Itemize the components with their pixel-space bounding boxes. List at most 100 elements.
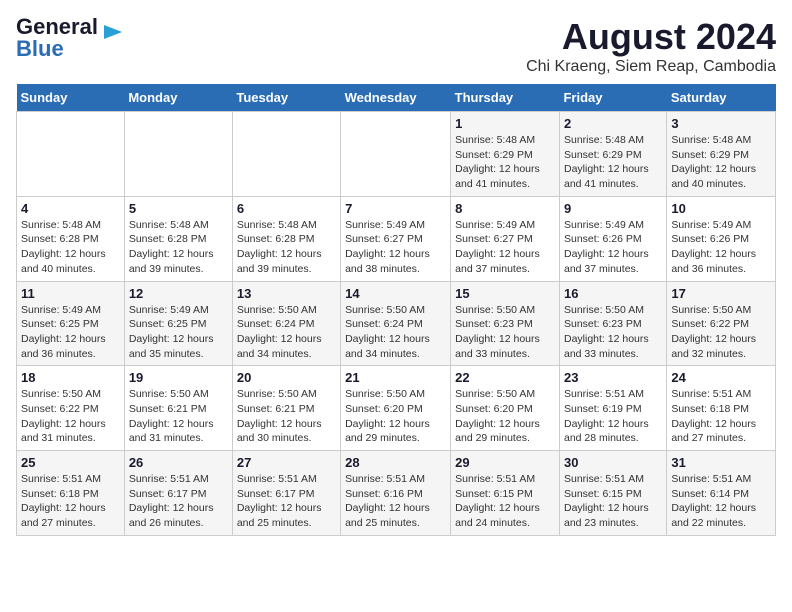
- day-info: Sunrise: 5:51 AM Sunset: 6:15 PM Dayligh…: [455, 472, 555, 531]
- day-info: Sunrise: 5:48 AM Sunset: 6:28 PM Dayligh…: [21, 218, 120, 277]
- day-number: 10: [671, 201, 771, 216]
- day-number: 31: [671, 455, 771, 470]
- day-info: Sunrise: 5:48 AM Sunset: 6:28 PM Dayligh…: [129, 218, 228, 277]
- calendar-week-row: 4 Sunrise: 5:48 AM Sunset: 6:28 PM Daylig…: [17, 196, 776, 281]
- calendar-cell: 20 Sunrise: 5:50 AM Sunset: 6:21 PM Dayli…: [232, 366, 340, 451]
- calendar-cell: 9Sunrise: 5:49 AM Sunset: 6:26 PM Daylig…: [559, 196, 666, 281]
- calendar-cell: 15 Sunrise: 5:50 AM Sunset: 6:23 PM Dayli…: [451, 281, 560, 366]
- calendar-cell: 21 Sunrise: 5:50 AM Sunset: 6:20 PM Dayli…: [341, 366, 451, 451]
- calendar-cell: 31Sunrise: 5:51 AM Sunset: 6:14 PM Dayli…: [667, 451, 776, 536]
- calendar-cell: 4 Sunrise: 5:48 AM Sunset: 6:28 PM Daylig…: [17, 196, 125, 281]
- calendar-cell: [341, 112, 451, 197]
- calendar-cell: 25Sunrise: 5:51 AM Sunset: 6:18 PM Dayli…: [17, 451, 125, 536]
- calendar-table: SundayMondayTuesdayWednesdayThursdayFrid…: [16, 84, 776, 536]
- day-number: 2: [564, 116, 662, 131]
- day-number: 20: [237, 370, 336, 385]
- calendar-header-row: SundayMondayTuesdayWednesdayThursdayFrid…: [17, 84, 776, 112]
- day-info: Sunrise: 5:50 AM Sunset: 6:21 PM Dayligh…: [129, 387, 228, 446]
- header-thursday: Thursday: [451, 84, 560, 112]
- day-number: 7: [345, 201, 446, 216]
- calendar-cell: 10 Sunrise: 5:49 AM Sunset: 6:26 PM Dayli…: [667, 196, 776, 281]
- day-info: Sunrise: 5:49 AM Sunset: 6:26 PM Dayligh…: [671, 218, 771, 277]
- day-number: 13: [237, 286, 336, 301]
- calendar-cell: 23Sunrise: 5:51 AM Sunset: 6:19 PM Dayli…: [559, 366, 666, 451]
- calendar-cell: 1 Sunrise: 5:48 AM Sunset: 6:29 PM Daylig…: [451, 112, 560, 197]
- day-info: Sunrise: 5:50 AM Sunset: 6:24 PM Dayligh…: [237, 303, 336, 362]
- day-info: Sunrise: 5:48 AM Sunset: 6:29 PM Dayligh…: [671, 133, 771, 192]
- day-info: Sunrise: 5:50 AM Sunset: 6:21 PM Dayligh…: [237, 387, 336, 446]
- calendar-cell: 30 Sunrise: 5:51 AM Sunset: 6:15 PM Dayli…: [559, 451, 666, 536]
- calendar-cell: 14 Sunrise: 5:50 AM Sunset: 6:24 PM Dayli…: [341, 281, 451, 366]
- header-sunday: Sunday: [17, 84, 125, 112]
- title-block: August 2024 Chi Kraeng, Siem Reap, Cambo…: [526, 16, 776, 76]
- calendar-cell: 26Sunrise: 5:51 AM Sunset: 6:17 PM Dayli…: [124, 451, 232, 536]
- day-number: 8: [455, 201, 555, 216]
- page-header: GeneralBlue August 2024 Chi Kraeng, Siem…: [16, 16, 776, 76]
- calendar-cell: [232, 112, 340, 197]
- day-info: Sunrise: 5:50 AM Sunset: 6:23 PM Dayligh…: [564, 303, 662, 362]
- calendar-cell: 12 Sunrise: 5:49 AM Sunset: 6:25 PM Dayli…: [124, 281, 232, 366]
- day-info: Sunrise: 5:49 AM Sunset: 6:26 PM Dayligh…: [564, 218, 662, 277]
- day-info: Sunrise: 5:50 AM Sunset: 6:24 PM Dayligh…: [345, 303, 446, 362]
- day-info: Sunrise: 5:50 AM Sunset: 6:23 PM Dayligh…: [455, 303, 555, 362]
- calendar-cell: 29Sunrise: 5:51 AM Sunset: 6:15 PM Dayli…: [451, 451, 560, 536]
- calendar-cell: 5 Sunrise: 5:48 AM Sunset: 6:28 PM Daylig…: [124, 196, 232, 281]
- day-number: 30: [564, 455, 662, 470]
- day-number: 1: [455, 116, 555, 131]
- day-info: Sunrise: 5:48 AM Sunset: 6:29 PM Dayligh…: [455, 133, 555, 192]
- calendar-cell: 8Sunrise: 5:49 AM Sunset: 6:27 PM Daylig…: [451, 196, 560, 281]
- day-info: Sunrise: 5:50 AM Sunset: 6:20 PM Dayligh…: [345, 387, 446, 446]
- day-number: 24: [671, 370, 771, 385]
- header-saturday: Saturday: [667, 84, 776, 112]
- day-info: Sunrise: 5:49 AM Sunset: 6:27 PM Dayligh…: [345, 218, 446, 277]
- day-info: Sunrise: 5:51 AM Sunset: 6:15 PM Dayligh…: [564, 472, 662, 531]
- day-number: 5: [129, 201, 228, 216]
- day-number: 21: [345, 370, 446, 385]
- calendar-cell: 2Sunrise: 5:48 AM Sunset: 6:29 PM Daylig…: [559, 112, 666, 197]
- calendar-cell: 17 Sunrise: 5:50 AM Sunset: 6:22 PM Dayli…: [667, 281, 776, 366]
- calendar-subtitle: Chi Kraeng, Siem Reap, Cambodia: [526, 58, 776, 76]
- day-info: Sunrise: 5:51 AM Sunset: 6:16 PM Dayligh…: [345, 472, 446, 531]
- calendar-week-row: 11 Sunrise: 5:49 AM Sunset: 6:25 PM Dayli…: [17, 281, 776, 366]
- day-number: 27: [237, 455, 336, 470]
- day-info: Sunrise: 5:51 AM Sunset: 6:17 PM Dayligh…: [237, 472, 336, 531]
- day-number: 15: [455, 286, 555, 301]
- calendar-cell: [124, 112, 232, 197]
- day-number: 3: [671, 116, 771, 131]
- header-friday: Friday: [559, 84, 666, 112]
- calendar-week-row: 25Sunrise: 5:51 AM Sunset: 6:18 PM Dayli…: [17, 451, 776, 536]
- day-info: Sunrise: 5:50 AM Sunset: 6:20 PM Dayligh…: [455, 387, 555, 446]
- calendar-cell: 18 Sunrise: 5:50 AM Sunset: 6:22 PM Dayli…: [17, 366, 125, 451]
- header-monday: Monday: [124, 84, 232, 112]
- calendar-cell: 22 Sunrise: 5:50 AM Sunset: 6:20 PM Dayli…: [451, 366, 560, 451]
- day-number: 26: [129, 455, 228, 470]
- day-number: 11: [21, 286, 120, 301]
- calendar-cell: 28 Sunrise: 5:51 AM Sunset: 6:16 PM Dayli…: [341, 451, 451, 536]
- calendar-cell: [17, 112, 125, 197]
- day-info: Sunrise: 5:50 AM Sunset: 6:22 PM Dayligh…: [21, 387, 120, 446]
- calendar-title: August 2024: [526, 16, 776, 58]
- day-info: Sunrise: 5:49 AM Sunset: 6:25 PM Dayligh…: [129, 303, 228, 362]
- logo-arrow-icon: [102, 21, 124, 48]
- day-number: 14: [345, 286, 446, 301]
- day-number: 16: [564, 286, 662, 301]
- logo: GeneralBlue: [16, 16, 124, 60]
- calendar-cell: 11Sunrise: 5:49 AM Sunset: 6:25 PM Dayli…: [17, 281, 125, 366]
- day-number: 25: [21, 455, 120, 470]
- day-info: Sunrise: 5:50 AM Sunset: 6:22 PM Dayligh…: [671, 303, 771, 362]
- calendar-cell: 24 Sunrise: 5:51 AM Sunset: 6:18 PM Dayli…: [667, 366, 776, 451]
- day-number: 28: [345, 455, 446, 470]
- calendar-cell: 13 Sunrise: 5:50 AM Sunset: 6:24 PM Dayli…: [232, 281, 340, 366]
- day-info: Sunrise: 5:48 AM Sunset: 6:28 PM Dayligh…: [237, 218, 336, 277]
- day-number: 12: [129, 286, 228, 301]
- day-number: 17: [671, 286, 771, 301]
- day-info: Sunrise: 5:51 AM Sunset: 6:18 PM Dayligh…: [671, 387, 771, 446]
- header-tuesday: Tuesday: [232, 84, 340, 112]
- calendar-cell: 27 Sunrise: 5:51 AM Sunset: 6:17 PM Dayli…: [232, 451, 340, 536]
- calendar-cell: 7 Sunrise: 5:49 AM Sunset: 6:27 PM Daylig…: [341, 196, 451, 281]
- day-number: 4: [21, 201, 120, 216]
- day-number: 22: [455, 370, 555, 385]
- day-number: 18: [21, 370, 120, 385]
- day-number: 6: [237, 201, 336, 216]
- calendar-cell: 3 Sunrise: 5:48 AM Sunset: 6:29 PM Daylig…: [667, 112, 776, 197]
